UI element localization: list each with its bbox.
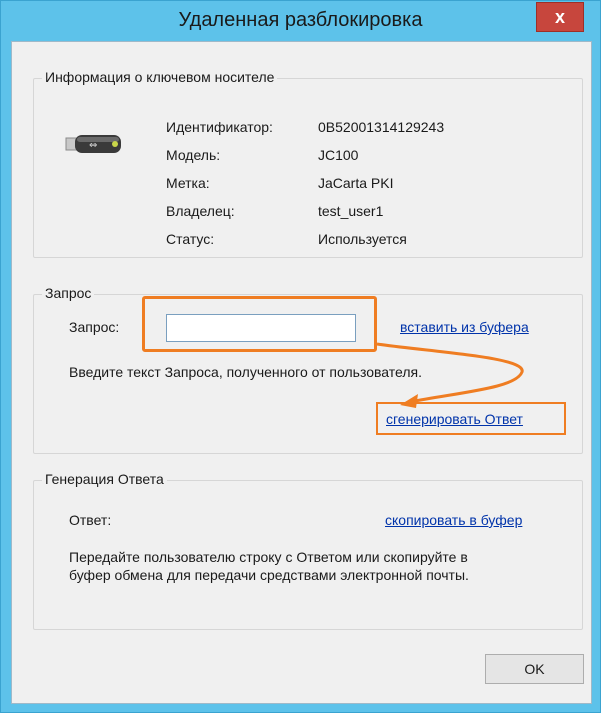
response-legend: Генерация Ответа [42,471,167,487]
usb-led [112,141,118,147]
generate-response-link[interactable]: сгенерировать Ответ [386,411,523,427]
field-label-status: Статус: [166,231,215,247]
request-legend: Запрос [42,285,95,301]
request-label: Запрос: [69,319,120,335]
response-label: Ответ: [69,512,112,528]
annotation-arrow-head [400,394,418,408]
field-label-id: Идентификатор: [166,119,273,135]
usb-logo: ⇔ [89,140,97,151]
token-info-group: Информация о ключевом носителе [33,69,583,258]
token-info-legend: Информация о ключевом носителе [42,69,278,85]
ok-button-label: OK [524,661,545,677]
field-label-owner: Владелец: [166,203,235,219]
title-bar[interactable]: Удаленная разблокировка x [1,1,600,41]
field-value-label: JaCarta PKI [318,175,394,191]
annotation-arrow-path [376,342,524,404]
usb-token-icon: ⇔ [65,135,121,153]
usb-highlight [77,137,119,142]
field-value-model: JC100 [318,147,359,163]
field-value-id: 0B52001314129243 [318,119,445,135]
annotation-arrow [376,342,524,408]
ok-button[interactable]: OK [485,654,584,684]
response-instructions: Передайте пользователю строку с Ответом … [69,549,469,583]
dialog-body: Информация о ключевом носителе ⇔ Идентиф… [11,41,592,704]
dialog-window: Удаленная разблокировка x Информация о к… [0,0,601,713]
field-label-model: Модель: [166,147,221,163]
field-value-status: Используется [318,231,407,247]
close-icon: x [554,7,565,27]
dialog-title: Удаленная разблокировка [178,9,423,31]
close-button[interactable]: x [536,2,584,32]
field-value-owner: test_user1 [318,203,384,219]
copy-to-clipboard-link[interactable]: скопировать в буфер [385,512,522,528]
request-hint: Введите текст Запроса, полученного от по… [69,364,422,380]
field-label-label: Метка: [166,175,210,191]
request-input[interactable] [166,314,356,342]
